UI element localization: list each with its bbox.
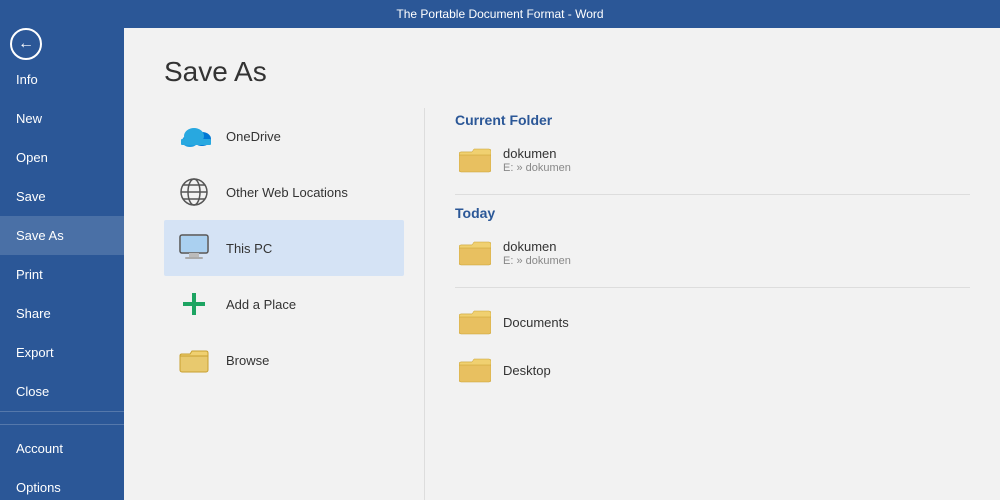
sidebar-bottom: Account Options: [0, 411, 124, 500]
locations-panel: OneDrive Other Web Locations: [124, 108, 424, 500]
content-area: Save As OneDrive: [124, 28, 1000, 500]
page-title: Save As: [124, 28, 1000, 108]
today-folder-info-0: dokumen E: » dokumen: [503, 239, 571, 267]
today-folder-name-1: Documents: [503, 315, 569, 330]
back-button[interactable]: ←: [0, 28, 52, 60]
current-folder-path: E: » dokumen: [503, 162, 571, 174]
browse-label: Browse: [226, 353, 269, 368]
sidebar-item-options[interactable]: Options: [0, 468, 124, 500]
sidebar-item-save-as[interactable]: Save As: [0, 216, 124, 255]
other-web-label: Other Web Locations: [226, 185, 348, 200]
back-circle-icon: ←: [10, 28, 42, 60]
today-folder-path-0: E: » dokumen: [503, 255, 571, 267]
sidebar-item-print[interactable]: Print: [0, 255, 124, 294]
section-divider-1: [455, 194, 970, 195]
today-folder-info-1: Documents: [503, 315, 569, 330]
location-browse[interactable]: Browse: [164, 332, 404, 388]
today-folder-name-2: Desktop: [503, 363, 551, 378]
sidebar: ← Info New Open Save Save As Print Share…: [0, 28, 124, 500]
add-place-icon: [176, 286, 212, 322]
location-onedrive[interactable]: OneDrive: [164, 108, 404, 164]
add-place-label: Add a Place: [226, 297, 296, 312]
this-pc-label: This PC: [226, 241, 272, 256]
location-this-pc[interactable]: This PC: [164, 220, 404, 276]
section-divider-2: [455, 287, 970, 288]
recent-panel: Current Folder dokumen E: » dokumen Toda…: [424, 108, 1000, 500]
folder-icon: [459, 144, 491, 176]
onedrive-icon: [176, 118, 212, 154]
current-folder-name: dokumen: [503, 146, 571, 161]
sidebar-nav: Info New Open Save Save As Print Share E…: [0, 60, 124, 411]
pc-icon: [176, 230, 212, 266]
title-bar: The Portable Document Format - Word: [0, 0, 1000, 28]
title-text: The Portable Document Format - Word: [396, 7, 603, 21]
content-body: OneDrive Other Web Locations: [124, 108, 1000, 500]
sidebar-item-close[interactable]: Close: [0, 372, 124, 411]
today-folder-item-1[interactable]: Documents: [455, 298, 970, 346]
sidebar-item-info[interactable]: Info: [0, 60, 124, 99]
current-folder-info: dokumen E: » dokumen: [503, 146, 571, 174]
sidebar-item-save[interactable]: Save: [0, 177, 124, 216]
sidebar-item-open[interactable]: Open: [0, 138, 124, 177]
browse-icon: [176, 342, 212, 378]
sidebar-item-share[interactable]: Share: [0, 294, 124, 333]
folder-icon: [459, 306, 491, 338]
today-folder-item-0[interactable]: dokumen E: » dokumen: [455, 229, 970, 277]
today-folder-item-2[interactable]: Desktop: [455, 346, 970, 394]
today-folder-name-0: dokumen: [503, 239, 571, 254]
onedrive-label: OneDrive: [226, 129, 281, 144]
globe-icon: [176, 174, 212, 210]
current-folder-title: Current Folder: [455, 112, 970, 128]
sidebar-item-new[interactable]: New: [0, 99, 124, 138]
location-add-place[interactable]: Add a Place: [164, 276, 404, 332]
sidebar-item-export[interactable]: Export: [0, 333, 124, 372]
today-folder-info-2: Desktop: [503, 363, 551, 378]
current-folder-item-0[interactable]: dokumen E: » dokumen: [455, 136, 970, 184]
folder-icon: [459, 237, 491, 269]
today-title: Today: [455, 205, 970, 221]
sidebar-item-account[interactable]: Account: [0, 429, 124, 468]
main-layout: ← Info New Open Save Save As Print Share…: [0, 28, 1000, 500]
folder-icon: [459, 354, 491, 386]
location-other-web[interactable]: Other Web Locations: [164, 164, 404, 220]
sidebar-divider: [0, 424, 124, 425]
